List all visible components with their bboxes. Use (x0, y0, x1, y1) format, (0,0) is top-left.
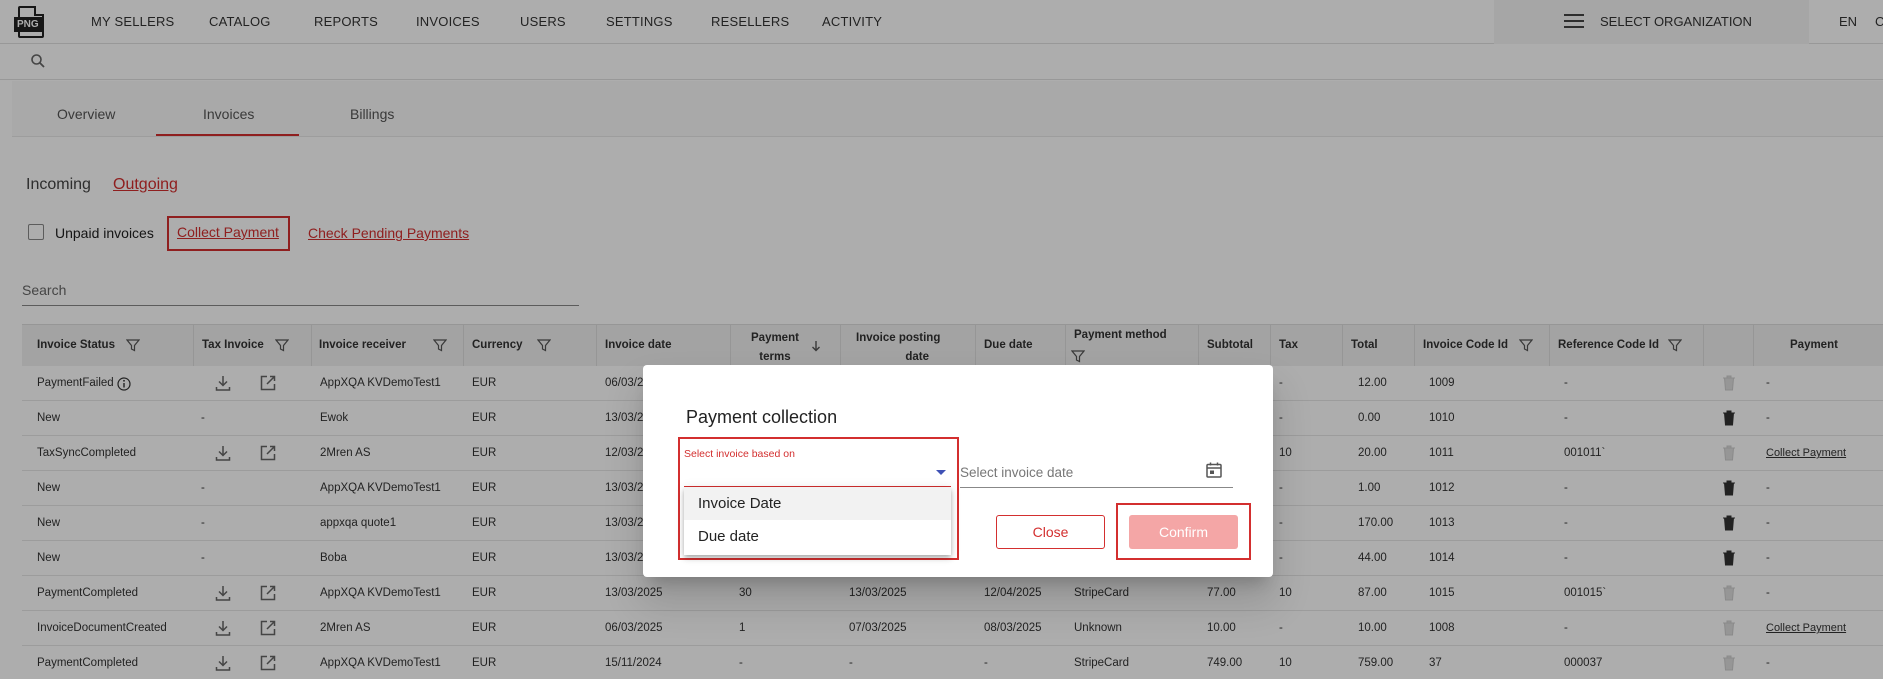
calendar-icon[interactable] (1205, 461, 1223, 479)
invoice-basis-dropdown: Invoice Date Due date (684, 487, 951, 555)
chevron-down-icon[interactable] (936, 470, 946, 475)
confirm-button[interactable]: Confirm (1129, 515, 1238, 549)
invoice-date-field[interactable]: Select invoice date (960, 458, 1233, 488)
modal-backdrop[interactable] (0, 0, 1883, 679)
option-invoice-date[interactable]: Invoice Date (684, 487, 951, 520)
invoice-basis-select-label: Select invoice based on (684, 448, 795, 460)
option-due-date[interactable]: Due date (684, 520, 951, 553)
close-button[interactable]: Close (996, 515, 1105, 549)
dialog-title: Payment collection (686, 407, 838, 427)
invoice-date-placeholder: Select invoice date (960, 465, 1074, 480)
